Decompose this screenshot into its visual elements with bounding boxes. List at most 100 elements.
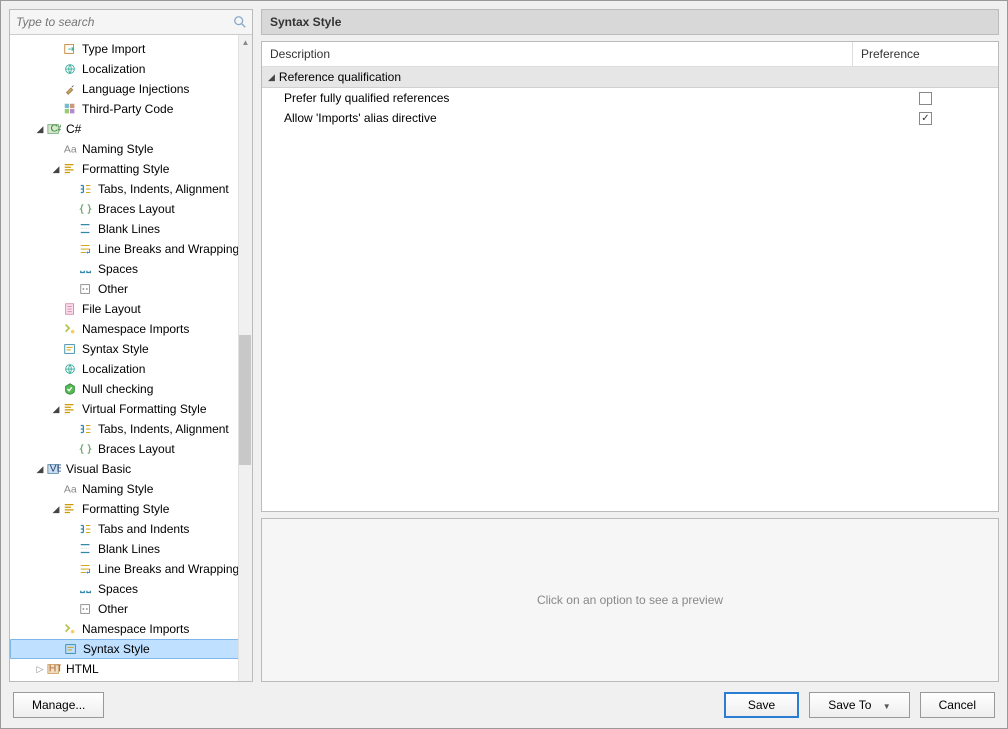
option-row[interactable]: Allow 'Imports' alias directive✓ [262,108,998,128]
tree-item-label: Line Breaks and Wrapping [98,242,239,256]
tree-item[interactable]: Type Import [10,39,252,59]
spaces-icon [78,581,94,597]
tree-item-label: Naming Style [82,142,153,156]
tree-item-label: Syntax Style [83,642,150,656]
column-description[interactable]: Description [262,42,853,66]
format-icon [62,501,78,517]
caret-expanded-icon[interactable]: ◢ [50,404,62,415]
svg-text:VB: VB [50,463,61,475]
tree-item-label: Formatting Style [82,162,169,176]
tree-item[interactable]: Line Breaks and Wrapping [10,239,252,259]
cancel-button[interactable]: Cancel [920,692,995,718]
save-to-label: Save To [828,698,871,712]
tree-scroll[interactable]: Type Import Localization Language Injectio… [10,35,252,681]
tree-item[interactable]: Syntax Style [10,639,252,659]
panel-title: Syntax Style [261,9,999,35]
tree-item[interactable]: Other [10,279,252,299]
tree-item-label: Tabs, Indents, Alignment [98,422,229,436]
html-icon: HTML [46,661,62,677]
tree-item[interactable]: AaNaming Style [10,479,252,499]
tree-item[interactable]: ◢ VB Visual Basic [10,459,252,479]
tree-item[interactable]: Tabs, Indents, Alignment [10,419,252,439]
blank-icon [78,541,94,557]
tree-item[interactable]: Spaces [10,259,252,279]
localization-icon [62,361,78,377]
caret-expanded-icon[interactable]: ◢ [34,124,46,135]
tree-item-label: Naming Style [82,482,153,496]
tree-item-label: Language Injections [82,82,189,96]
tree-item[interactable]: Line Breaks and Wrapping [10,559,252,579]
tree-item-label: Spaces [98,582,138,596]
tree-item[interactable]: Namespace Imports [10,619,252,639]
tree-item[interactable]: Syntax Style [10,339,252,359]
tree-item[interactable]: Namespace Imports [10,319,252,339]
tree-item-label: Third-Party Code [82,102,173,116]
tree-item-label: Tabs, Indents, Alignment [98,182,229,196]
tree-item-label: Blank Lines [98,542,160,556]
type-import-icon [62,41,78,57]
naming-icon: Aa [62,141,78,157]
svg-text:Aa: Aa [64,144,77,156]
tree-item[interactable]: ◢Formatting Style [10,499,252,519]
tree-item-label: Braces Layout [98,442,175,456]
format-icon [62,401,78,417]
syntax-icon [62,341,78,357]
tabs-icon [78,421,94,437]
option-group[interactable]: ◢ Reference qualification [262,67,998,88]
scroll-thumb[interactable] [239,335,251,465]
save-to-button[interactable]: Save To ▼ [809,692,909,718]
tree-item[interactable]: Braces Layout [10,199,252,219]
tree-item-label: HTML [66,662,99,676]
tree-item[interactable]: Spaces [10,579,252,599]
wrap-icon [78,241,94,257]
save-button[interactable]: Save [724,692,799,718]
tree-item[interactable]: Third-Party Code [10,99,252,119]
tree-item[interactable]: Blank Lines [10,219,252,239]
tree-item[interactable]: ◢ Formatting Style [10,159,252,179]
namespace-icon [62,321,78,337]
tree-item[interactable]: Tabs and Indents [10,519,252,539]
thirdparty-icon [62,101,78,117]
csharp-icon: C# [46,121,62,137]
tree-item[interactable]: Tabs, Indents, Alignment [10,179,252,199]
svg-text:HTML: HTML [49,663,61,675]
tree-item-label: Type Import [82,42,145,56]
filelayout-icon [62,301,78,317]
caret-collapsed-icon[interactable]: ▷ [34,664,46,675]
tree-item[interactable]: ◢Virtual Formatting Style [10,399,252,419]
svg-text:C#: C# [51,123,62,135]
tree-item[interactable]: Null checking [10,379,252,399]
chevron-down-icon: ▼ [883,702,891,711]
tree-item[interactable]: File Layout [10,299,252,319]
column-preference[interactable]: Preference [853,42,998,66]
tree-item-label: Visual Basic [66,462,131,476]
options-table: Description Preference ◢ Reference quali… [261,41,999,512]
search-input[interactable] [14,13,232,31]
search-icon[interactable] [232,14,248,30]
tree-item[interactable]: ◢C#C# [10,119,252,139]
tree-item[interactable]: ▷HTMLHTML [10,659,252,679]
preview-panel: Click on an option to see a preview [261,518,999,682]
tree-item[interactable]: Localization [10,59,252,79]
tree-item-label: File Layout [82,302,141,316]
braces-icon [78,201,94,217]
caret-expanded-icon[interactable]: ◢ [50,164,62,175]
collapse-icon: ◢ [268,72,275,83]
scrollbar[interactable]: ▲ [238,35,252,681]
tree-item[interactable]: Language Injections [10,79,252,99]
option-checkbox[interactable]: ✓ [919,112,932,125]
tree-item[interactable]: Blank Lines [10,539,252,559]
tree-item-label: Tabs and Indents [98,522,189,536]
tree-item[interactable]: Localization [10,359,252,379]
option-checkbox[interactable] [919,92,932,105]
caret-expanded-icon[interactable]: ◢ [34,464,46,475]
tree-item[interactable]: Aa Naming Style [10,139,252,159]
namespace-icon [62,621,78,637]
content-panel: Syntax Style Description Preference ◢ Re… [261,9,999,682]
option-row[interactable]: Prefer fully qualified references [262,88,998,108]
scroll-up-icon[interactable]: ▲ [239,35,252,49]
caret-expanded-icon[interactable]: ◢ [50,504,62,515]
tree-item[interactable]: Braces Layout [10,439,252,459]
tree-item[interactable]: Other [10,599,252,619]
manage-button[interactable]: Manage... [13,692,104,718]
